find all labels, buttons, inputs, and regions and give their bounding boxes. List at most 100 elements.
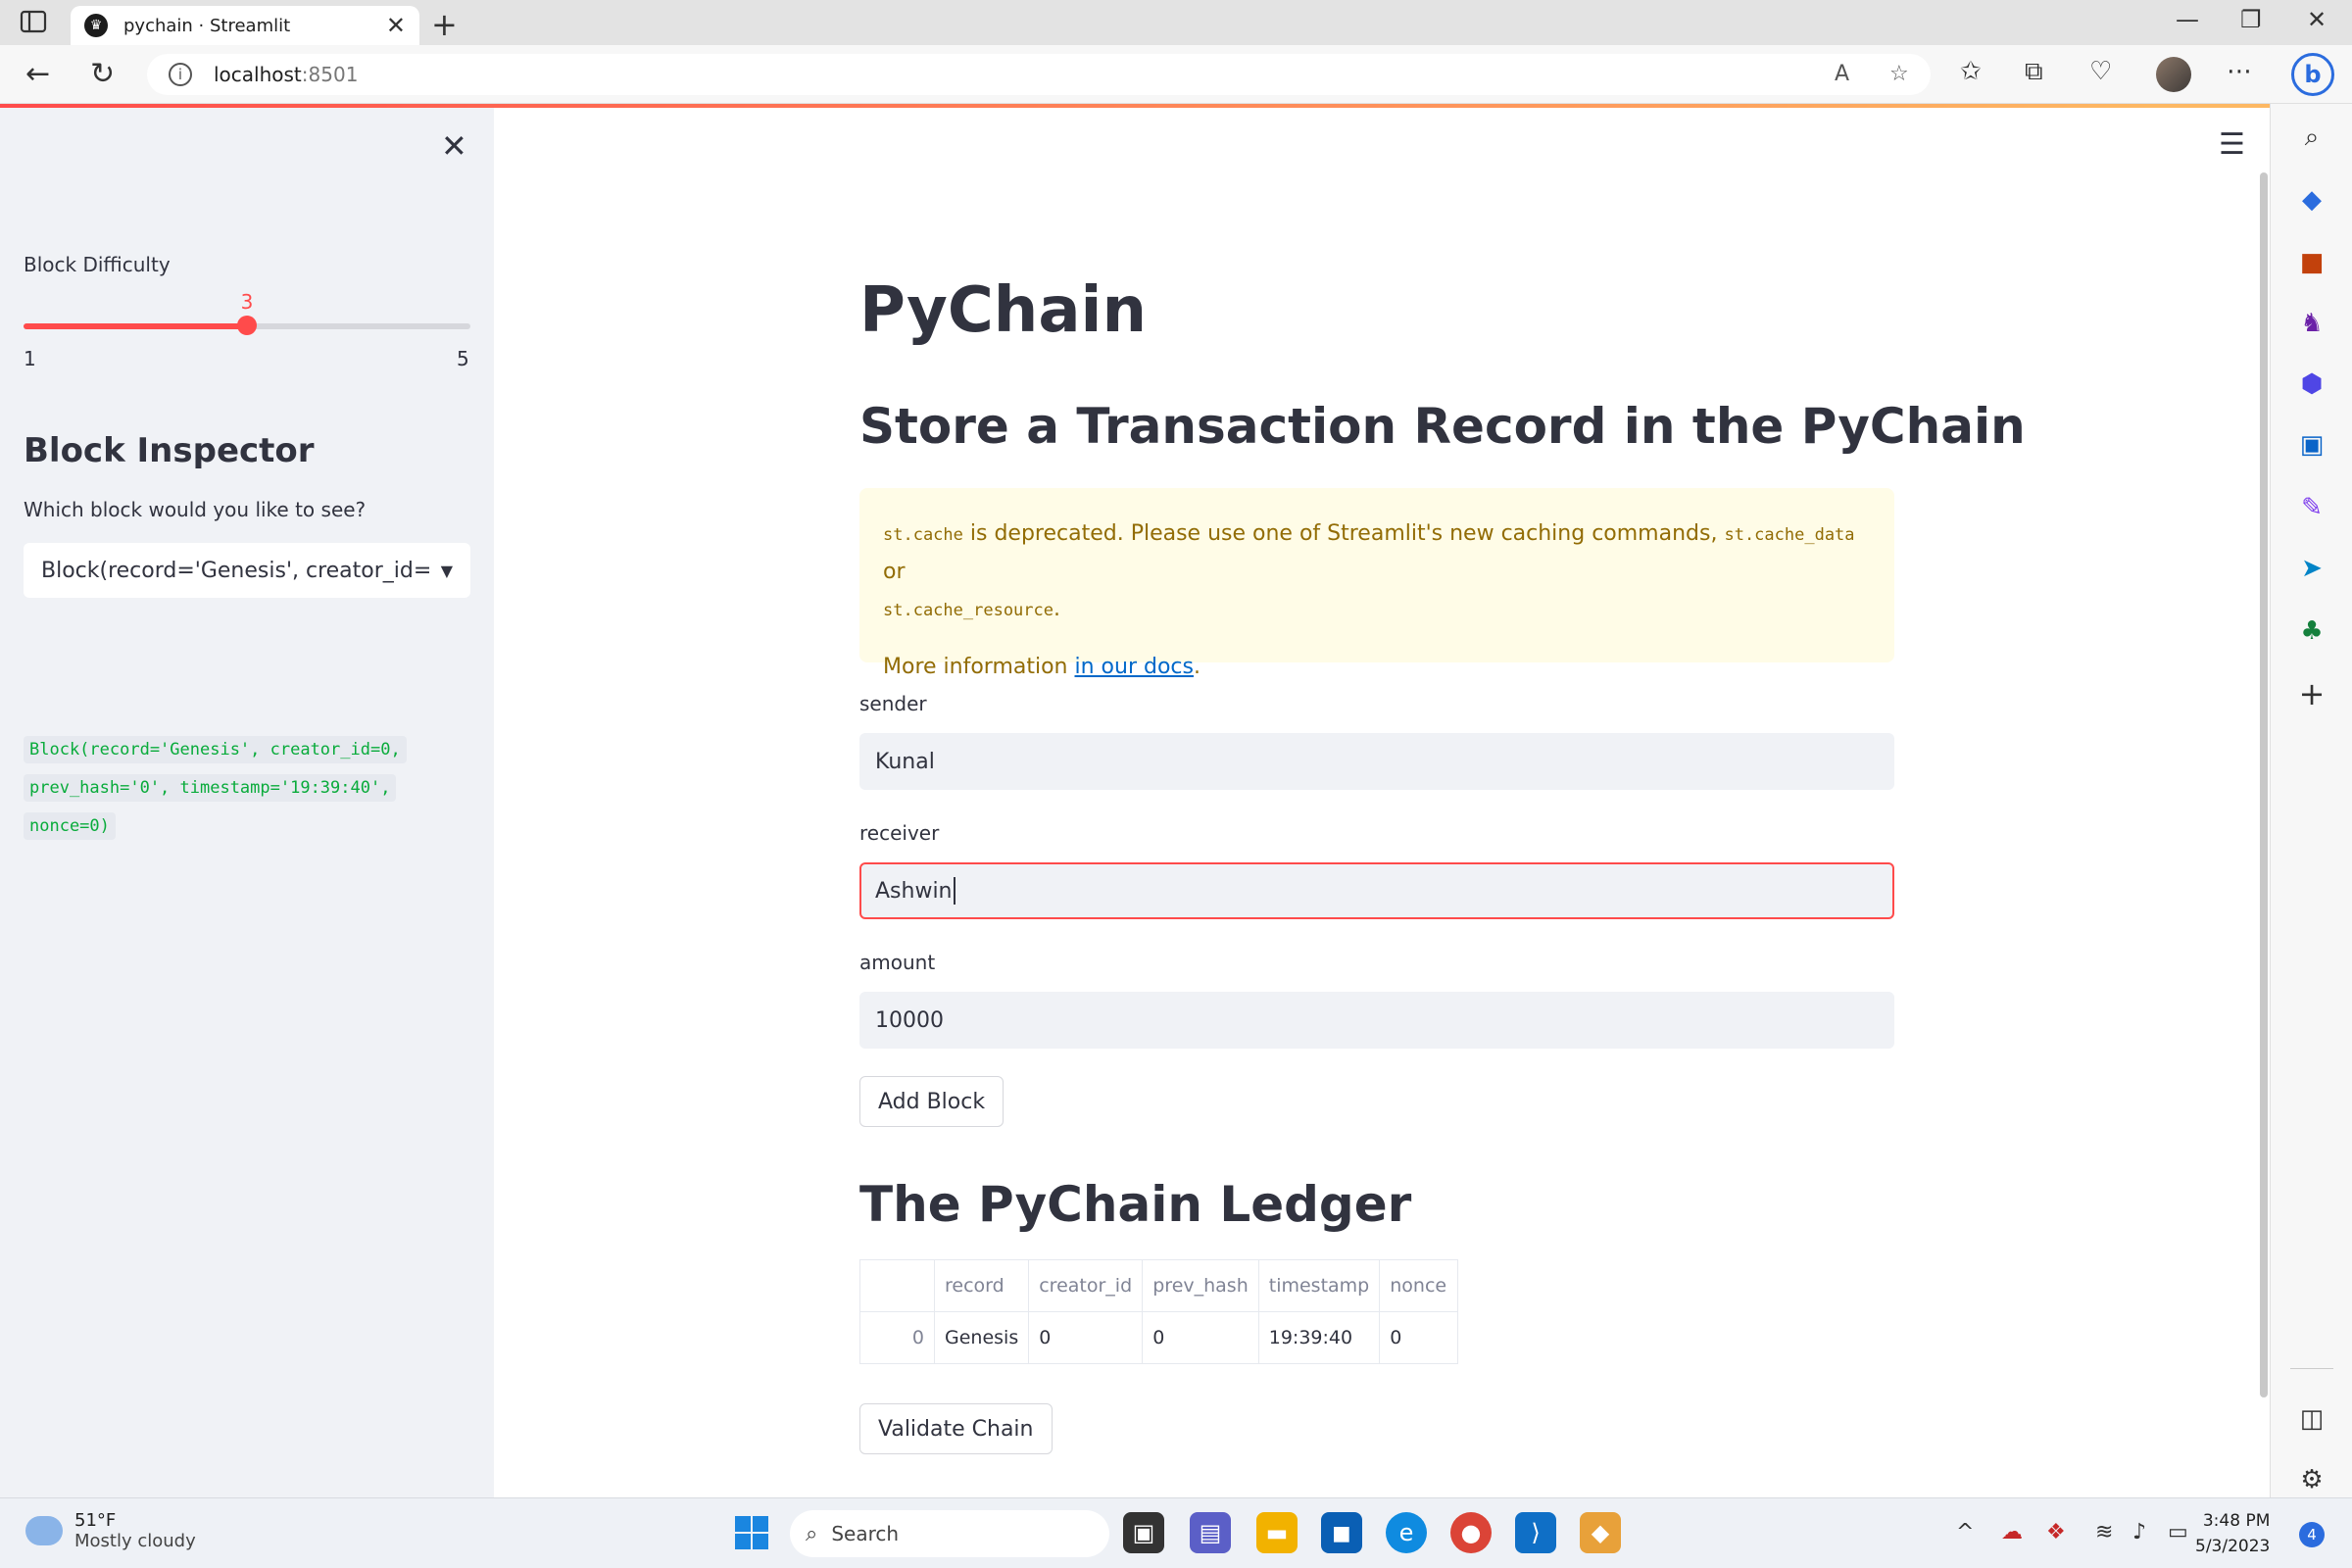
browser-tab[interactable]: ♛ pychain · Streamlit ✕: [71, 6, 419, 45]
edge-browser-icon[interactable]: e: [1386, 1512, 1427, 1553]
outlook-icon[interactable]: ▣: [2294, 427, 2329, 463]
ledger-cell[interactable]: 19:39:40: [1257, 1311, 1381, 1364]
slider-max-label: 5: [457, 347, 469, 370]
file-explorer-icon[interactable]: ▬: [1256, 1512, 1298, 1553]
profile-avatar[interactable]: [2156, 57, 2191, 92]
teams-chat-icon[interactable]: ▤: [1190, 1512, 1231, 1553]
code-line: nonce=0): [24, 812, 116, 840]
sidebar-settings-gear-icon[interactable]: ⚙: [2294, 1462, 2329, 1497]
ledger-header-cell[interactable]: nonce: [1379, 1259, 1459, 1312]
slider-fill: [24, 323, 247, 329]
code-line: Block(record='Genesis', creator_id=0,: [24, 736, 407, 763]
store-section-heading: Store a Transaction Record in the PyChai…: [859, 398, 2026, 455]
microsoft-store-icon[interactable]: ◼: [1321, 1512, 1362, 1553]
url-field[interactable]: i localhost:8501 A ☆: [147, 54, 1931, 95]
tree-icon[interactable]: ♣: [2294, 613, 2329, 649]
streamlit-sidebar: ✕ Block Difficulty 3 1 5 Block Inspector…: [0, 108, 494, 1497]
ledger-heading: The PyChain Ledger: [859, 1176, 1412, 1233]
wifi-icon[interactable]: ≋: [2095, 1520, 2113, 1544]
search-icon[interactable]: ⌕: [2294, 120, 2329, 155]
weather-desc: Mostly cloudy: [74, 1531, 196, 1551]
site-info-icon[interactable]: i: [169, 63, 192, 86]
page-title: PyChain: [859, 274, 1148, 347]
receiver-input[interactable]: Ashwin: [859, 862, 1894, 919]
task-view-icon[interactable]: ▣: [1123, 1512, 1164, 1553]
tab-actions-icon[interactable]: [20, 10, 53, 35]
sender-input[interactable]: Kunal: [859, 733, 1894, 790]
ledger-header-cell[interactable]: timestamp: [1257, 1259, 1381, 1312]
bing-copilot-icon[interactable]: b: [2291, 53, 2334, 96]
back-icon[interactable]: ←: [25, 57, 50, 91]
ledger-header-cell[interactable]: prev_hash: [1142, 1259, 1259, 1312]
warning-more-text: More information: [883, 655, 1075, 679]
close-sidebar-icon[interactable]: ✕: [441, 127, 467, 165]
browser-essentials-icon[interactable]: ♡: [2089, 57, 2112, 86]
tray-chevron-up-icon[interactable]: ^: [1956, 1520, 1974, 1544]
amount-input[interactable]: 10000: [859, 992, 1894, 1049]
receiver-value: Ashwin: [875, 878, 953, 904]
slider-min-label: 1: [24, 347, 36, 370]
docs-link[interactable]: in our docs: [1075, 655, 1194, 679]
games-icon[interactable]: ♞: [2294, 306, 2329, 341]
sender-value: Kunal: [875, 749, 935, 774]
warning-text: or: [883, 560, 906, 584]
designer-icon[interactable]: ✎: [2294, 490, 2329, 525]
collections-icon[interactable]: ⧉: [2025, 57, 2043, 87]
ledger-cell[interactable]: Genesis: [933, 1311, 1030, 1364]
send-icon[interactable]: ➤: [2294, 551, 2329, 586]
block-select[interactable]: Block(record='Genesis', creator_id=... ▼: [24, 543, 470, 598]
windows-taskbar: 51°F Mostly cloudy ⌕ Search ▣ ▤ ▬ ◼ e ● …: [0, 1497, 2352, 1568]
taskbar-clock[interactable]: 3:48 PM 5/3/2023: [2195, 1508, 2270, 1559]
ledger-cell[interactable]: 0: [1379, 1311, 1459, 1364]
new-tab-icon[interactable]: +: [431, 6, 458, 43]
weather-widget[interactable]: 51°F Mostly cloudy: [25, 1510, 196, 1551]
favorites-icon[interactable]: ✩: [1960, 57, 1982, 86]
url-port: :8501: [301, 63, 359, 86]
refresh-icon[interactable]: ↻: [90, 57, 115, 91]
ledger-header-cell[interactable]: creator_id: [1028, 1259, 1144, 1312]
vscode-icon[interactable]: ⟩: [1515, 1512, 1556, 1553]
ledger-header-cell[interactable]: record: [933, 1259, 1030, 1312]
more-options-icon[interactable]: ⋯: [2227, 57, 2252, 86]
tools-briefcase-icon[interactable]: ■: [2294, 245, 2329, 280]
add-block-button[interactable]: Add Block: [859, 1076, 1004, 1127]
add-favorite-icon[interactable]: ☆: [1889, 62, 1909, 86]
difficulty-slider-track[interactable]: [24, 316, 470, 335]
close-tab-icon[interactable]: ✕: [386, 12, 406, 39]
warning-code: st.cache_data: [1724, 525, 1855, 545]
microsoft365-icon[interactable]: ⬢: [2294, 367, 2329, 402]
slider-thumb[interactable]: [237, 316, 257, 335]
validate-chain-button[interactable]: Validate Chain: [859, 1403, 1053, 1454]
page-scrollbar[interactable]: [2260, 172, 2268, 1397]
taskbar-search-box[interactable]: ⌕ Search: [790, 1510, 1109, 1557]
onedrive-icon[interactable]: ☁: [2001, 1520, 2023, 1544]
url-host: localhost: [214, 63, 302, 86]
shopping-tag-icon[interactable]: ◆: [2294, 182, 2329, 218]
window-close-icon[interactable]: ✕: [2307, 6, 2327, 33]
hide-sidebar-icon[interactable]: ◫: [2294, 1401, 2329, 1437]
receiver-label: receiver: [859, 821, 940, 845]
notification-badge[interactable]: 4: [2299, 1522, 2325, 1547]
app-diamond-icon[interactable]: ◆: [1580, 1512, 1621, 1553]
restore-icon[interactable]: ❐: [2240, 6, 2262, 33]
main-menu-icon[interactable]: ☰: [2219, 127, 2245, 162]
ledger-header-index: [859, 1259, 935, 1312]
ledger-cell[interactable]: 0: [1028, 1311, 1144, 1364]
read-aloud-icon[interactable]: A: [1835, 62, 1849, 86]
slider-value-label: 3: [240, 290, 254, 314]
clock-date: 5/3/2023: [2195, 1537, 2271, 1556]
volume-icon[interactable]: ♪: [2132, 1520, 2146, 1544]
taskbar-search-placeholder: Search: [831, 1522, 900, 1545]
text-cursor: [953, 877, 956, 905]
add-sidebar-app-icon[interactable]: +: [2294, 675, 2329, 712]
dropbox-icon[interactable]: ❖: [2046, 1520, 2066, 1544]
cloud-icon: [25, 1516, 63, 1545]
minimize-icon[interactable]: —: [2176, 6, 2199, 33]
windows-start-icon[interactable]: [731, 1512, 772, 1553]
ledger-cell[interactable]: 0: [1142, 1311, 1259, 1364]
battery-icon[interactable]: ▭: [2168, 1520, 2188, 1544]
chrome-icon[interactable]: ●: [1450, 1512, 1492, 1553]
code-line: prev_hash='0', timestamp='19:39:40',: [24, 774, 397, 802]
address-bar-row: ← ↻ i localhost:8501 A ☆ ✩ ⧉ ♡ ⋯ b: [0, 45, 2352, 104]
block-select-value: Block(record='Genesis', creator_id=...: [41, 558, 431, 583]
